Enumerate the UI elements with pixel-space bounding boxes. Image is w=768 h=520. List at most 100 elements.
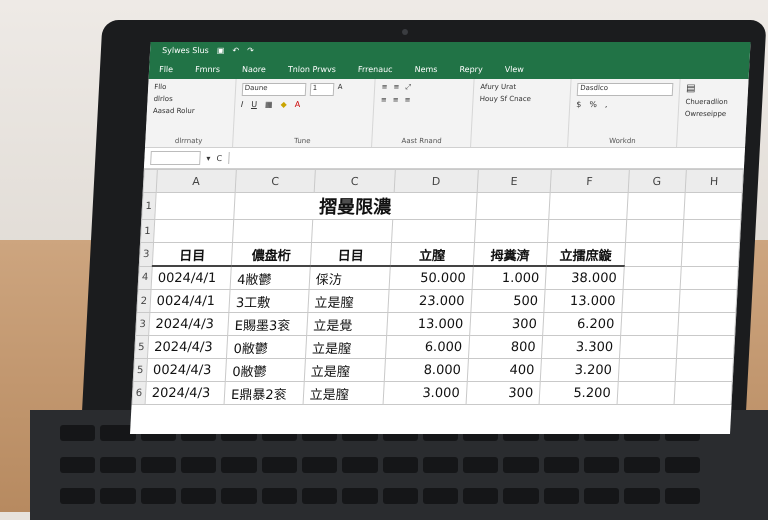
fx-label[interactable]: C [216, 154, 222, 163]
formula-input[interactable] [227, 152, 745, 164]
cell[interactable] [474, 219, 549, 243]
cell[interactable]: 0敝鬱 [226, 335, 307, 359]
row-header[interactable]: 2 [136, 289, 151, 313]
cell[interactable]: 立是膣 [302, 381, 385, 405]
cell[interactable] [547, 219, 627, 243]
merge-center-button[interactable]: Houy Sf Cnace [479, 95, 563, 103]
table-header-cell[interactable]: 日目 [309, 242, 392, 266]
cell[interactable]: 立是膣 [305, 335, 387, 359]
cancel-icon[interactable]: ▾ [206, 154, 210, 163]
cell[interactable]: 立是覺 [306, 312, 388, 336]
cell[interactable]: 3.200 [540, 358, 619, 382]
align-left-icon[interactable]: ≡ [381, 96, 387, 104]
tab-home[interactable]: Fmnrs [195, 65, 220, 74]
cell[interactable] [625, 219, 684, 243]
tab-formulas[interactable]: Frrenauc [358, 65, 393, 74]
format-painter-button[interactable]: Aasad Rolur [153, 107, 228, 115]
cell[interactable]: 23.000 [387, 289, 472, 313]
cell[interactable] [678, 289, 738, 313]
table-header-cell[interactable]: 拇糞濟 [472, 242, 548, 266]
underline-icon[interactable]: U [251, 100, 257, 109]
cell[interactable]: 50.000 [389, 266, 473, 290]
cell[interactable] [623, 242, 683, 266]
orientation-icon[interactable]: ⤢ [405, 83, 411, 92]
cell[interactable] [682, 219, 741, 243]
cell[interactable]: 800 [467, 335, 543, 359]
cell[interactable]: 0024/4/1 [150, 266, 232, 290]
cell[interactable]: 500 [470, 289, 546, 313]
cell[interactable]: 38.000 [545, 266, 624, 290]
cell[interactable] [673, 381, 733, 405]
tab-data[interactable]: Nems [414, 65, 437, 74]
tab-page-layout[interactable]: Tnlon Prwvs [288, 65, 337, 74]
table-header-cell[interactable]: 立擂庶鏇 [546, 242, 626, 266]
cell[interactable]: 倸汸 [308, 266, 391, 290]
undo-icon[interactable]: ↶ [232, 46, 239, 55]
column-header[interactable]: A [155, 169, 237, 193]
cell[interactable]: 2024/4/3 [147, 335, 228, 359]
cell[interactable]: 13.000 [386, 312, 471, 336]
tab-review[interactable]: Repry [459, 65, 483, 74]
column-header[interactable]: C [313, 169, 396, 193]
cell[interactable]: 6.200 [542, 312, 622, 336]
cell[interactable]: 13.000 [543, 289, 623, 313]
align-top-icon[interactable]: ≡ [381, 83, 387, 92]
cell[interactable] [621, 289, 680, 313]
wrap-text-button[interactable]: Afury Urat [480, 83, 564, 91]
number-format-select[interactable]: Dasdlco [576, 83, 674, 96]
cell[interactable]: 4敝鬱 [230, 266, 310, 290]
tab-insert[interactable]: Naore [242, 65, 266, 74]
cell[interactable] [153, 219, 234, 243]
cell[interactable]: 立是膣 [307, 289, 390, 313]
row-header[interactable]: 6 [132, 381, 146, 405]
cell[interactable]: 5.200 [539, 381, 618, 405]
cell[interactable]: 2024/4/3 [144, 381, 226, 405]
table-header-cell[interactable]: 立膣 [390, 242, 475, 266]
copy-button[interactable]: dlrlos [153, 95, 228, 103]
cell[interactable]: 0024/4/1 [149, 289, 231, 313]
column-header[interactable]: G [627, 169, 687, 193]
cell[interactable] [618, 335, 678, 359]
cell[interactable] [548, 192, 628, 220]
cell[interactable]: 8.000 [384, 358, 468, 382]
font-color-icon[interactable]: A [295, 100, 301, 109]
grow-font-icon[interactable]: A [337, 83, 343, 96]
italic-icon[interactable]: I [241, 100, 244, 109]
cell[interactable] [679, 266, 739, 290]
table-header-cell[interactable]: 儂盘桁 [231, 242, 312, 266]
align-middle-icon[interactable]: ≡ [393, 83, 399, 92]
font-name-select[interactable]: Daune [241, 83, 306, 96]
cell[interactable] [683, 192, 743, 220]
cell[interactable] [620, 312, 679, 336]
cell[interactable]: E賜墨3衮 [227, 312, 308, 336]
cell[interactable] [681, 242, 740, 266]
comma-icon[interactable]: , [605, 100, 608, 109]
border-icon[interactable]: ▦ [265, 100, 273, 109]
currency-icon[interactable]: $ [576, 100, 582, 109]
cell[interactable] [232, 219, 313, 243]
align-right-icon[interactable]: ≡ [404, 96, 410, 104]
column-header[interactable]: H [684, 169, 744, 193]
row-header[interactable]: 5 [134, 335, 149, 359]
cell[interactable] [617, 358, 677, 382]
column-header[interactable]: E [476, 169, 552, 193]
column-header[interactable]: D [394, 169, 478, 193]
cell[interactable]: 0敝鬱 [225, 358, 306, 382]
paste-button[interactable]: Fllo [154, 83, 229, 91]
cell[interactable]: 6.000 [385, 335, 470, 359]
cell[interactable] [311, 219, 393, 243]
tab-file[interactable]: Flle [159, 65, 173, 74]
cell[interactable]: 3.000 [383, 381, 467, 405]
cell[interactable] [391, 219, 476, 243]
select-all-corner[interactable] [143, 169, 158, 193]
cell[interactable] [677, 312, 736, 336]
redo-icon[interactable]: ↷ [247, 46, 254, 55]
conditional-format-button[interactable]: Chueradlion [685, 98, 741, 106]
cell[interactable]: 300 [465, 381, 541, 405]
cell[interactable] [475, 192, 551, 220]
cell[interactable]: 1.000 [471, 266, 547, 290]
cell[interactable]: 0024/4/3 [145, 358, 227, 382]
cell[interactable]: 400 [466, 358, 542, 382]
cell[interactable]: 3工敷 [228, 289, 309, 313]
row-header[interactable]: 1 [140, 219, 155, 243]
